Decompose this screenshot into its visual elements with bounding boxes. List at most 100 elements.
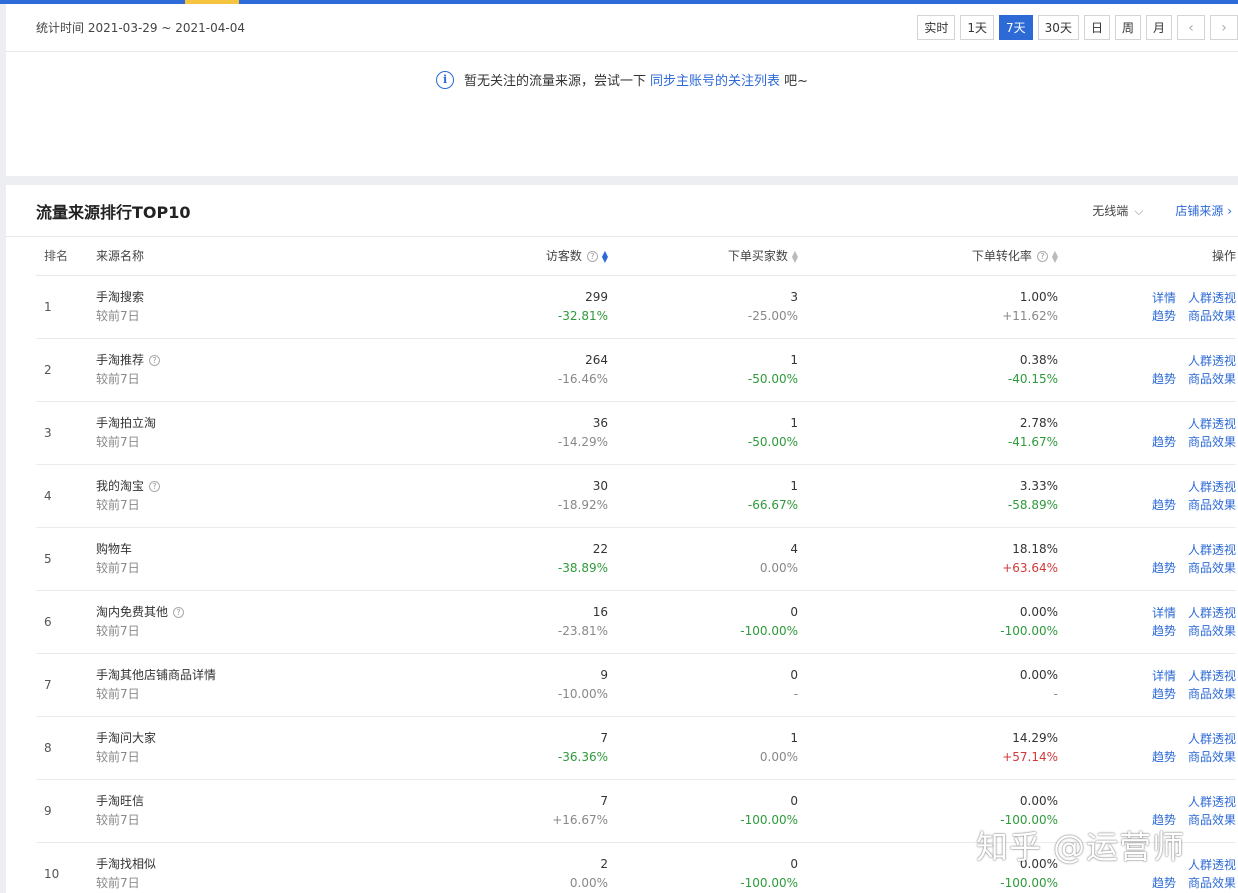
range-button-month[interactable]: 月 (1145, 15, 1172, 40)
visitors-value: 30 (592, 478, 608, 493)
ranking-table: 排名 来源名称 访客数? ▲ ▼ 下单买家数 ▲ ▼ 下单转化率? ▲ ▼ 操作 1 手淘搜… (36, 237, 1236, 893)
col-buyers[interactable]: 下单买家数 ▲ ▼ (608, 237, 798, 276)
range-button-day[interactable]: 日 (1083, 15, 1110, 40)
conversion-change: +63.64% (1002, 560, 1058, 575)
goods-effect-link[interactable]: 商品效果 (1188, 372, 1236, 386)
crowd-link[interactable]: 人群透视 (1188, 480, 1236, 494)
help-icon[interactable]: ? (586, 251, 598, 263)
device-select[interactable]: 无线端 ⌵ (1092, 202, 1143, 219)
stat-time-label: 统计时间 2021-03-29 ~ 2021-04-04 (36, 21, 245, 35)
compare-label: 较前7日 (96, 749, 140, 764)
crowd-link[interactable]: 人群透视 (1188, 732, 1236, 746)
goods-effect-link[interactable]: 商品效果 (1188, 813, 1236, 827)
operation-cell: 详情 人群透视 趋势 商品效果 (1058, 275, 1236, 339)
goods-effect-link[interactable]: 商品效果 (1188, 750, 1236, 764)
goods-effect-link[interactable]: 商品效果 (1188, 687, 1236, 701)
trend-link[interactable]: 趋势 (1152, 309, 1176, 323)
trend-link[interactable]: 趋势 (1152, 372, 1176, 386)
goods-effect-link[interactable]: 商品效果 (1188, 309, 1236, 323)
goods-effect-link[interactable]: 商品效果 (1188, 876, 1236, 890)
goods-effect-link[interactable]: 商品效果 (1188, 498, 1236, 512)
conversion-value: 1.00% (1019, 289, 1058, 304)
time-range-buttons: 实时 1天 7天 30天 日 周 月 ‹ › (917, 15, 1238, 40)
trend-link[interactable]: 趋势 (1152, 624, 1176, 638)
buyers-change: -50.00% (747, 371, 798, 386)
prev-arrow-icon[interactable]: ‹ (1177, 15, 1205, 40)
crowd-link[interactable]: 人群透视 (1188, 291, 1236, 305)
next-arrow-icon[interactable]: › (1210, 15, 1238, 40)
source-cell: 手淘搜索 较前7日 (96, 275, 396, 339)
help-icon[interactable]: ? (173, 606, 185, 618)
visitors-value: 22 (592, 541, 608, 556)
crowd-link[interactable]: 人群透视 (1188, 417, 1236, 431)
compare-label: 较前7日 (96, 623, 140, 638)
detail-link[interactable]: 详情 (1152, 291, 1176, 305)
sort-icon[interactable]: ▲ ▼ (1052, 249, 1058, 263)
table-row: 1 手淘搜索 较前7日 299 -32.81% 3 -25.00% 1.00% … (36, 275, 1236, 339)
buyers-change: 0.00% (759, 560, 798, 575)
help-icon[interactable]: ? (149, 480, 161, 492)
detail-link[interactable]: 详情 (1152, 606, 1176, 620)
chevron-down-icon: ⌵ (1134, 204, 1144, 218)
buyers-cell: 3 -25.00% (608, 275, 798, 339)
buyers-cell: 4 0.00% (608, 527, 798, 591)
goods-effect-link[interactable]: 商品效果 (1188, 624, 1236, 638)
crowd-link[interactable]: 人群透视 (1188, 354, 1236, 368)
help-icon[interactable]: ? (149, 354, 161, 366)
trend-link[interactable]: 趋势 (1152, 876, 1176, 890)
col-visitors[interactable]: 访客数? ▲ ▼ (396, 237, 608, 276)
table-row: 8 手淘问大家 较前7日 7 -36.36% 1 0.00% 14.29% +5… (36, 716, 1236, 780)
crowd-link[interactable]: 人群透视 (1188, 543, 1236, 557)
visitors-change: -32.81% (557, 308, 608, 323)
trend-link[interactable]: 趋势 (1152, 435, 1176, 449)
visitors-value: 9 (600, 667, 608, 682)
conversion-value: 0.00% (1019, 667, 1058, 682)
col-name: 来源名称 (96, 237, 396, 276)
store-source-link[interactable]: 店铺来源 › (1175, 202, 1232, 219)
source-name: 手淘其他店铺商品详情 (96, 667, 217, 682)
conversion-change: -40.15% (1007, 371, 1058, 386)
operation-cell: 详情 人群透视 趋势 商品效果 (1058, 653, 1236, 717)
source-name: 手淘问大家 (96, 730, 157, 745)
range-button-30day[interactable]: 30天 (1037, 15, 1079, 40)
notice-text: 暂无关注的流量来源，尝试一下 (464, 74, 647, 89)
buyers-change: -100.00% (740, 812, 798, 827)
visitors-value: 7 (600, 730, 608, 745)
crowd-link[interactable]: 人群透视 (1188, 669, 1236, 683)
detail-link[interactable]: 详情 (1152, 669, 1176, 683)
buyers-change: -25.00% (747, 308, 798, 323)
col-conversion[interactable]: 下单转化率? ▲ ▼ (798, 237, 1058, 276)
source-name: 手淘旺信 (96, 793, 145, 808)
sort-desc-icon[interactable]: ▲ ▼ (602, 249, 608, 263)
goods-effect-link[interactable]: 商品效果 (1188, 435, 1236, 449)
range-button-week[interactable]: 周 (1114, 15, 1141, 40)
help-icon[interactable]: ? (1036, 251, 1048, 263)
sync-follow-list-link[interactable]: 同步主账号的关注列表 (650, 70, 780, 89)
conversion-value: 0.38% (1019, 352, 1058, 367)
source-cell: 手淘旺信 较前7日 (96, 779, 396, 843)
crowd-link[interactable]: 人群透视 (1188, 795, 1236, 809)
crowd-link[interactable]: 人群透视 (1188, 606, 1236, 620)
source-cell: 淘内免费其他? 较前7日 (96, 590, 396, 654)
stat-time-row: 统计时间 2021-03-29 ~ 2021-04-04 实时 1天 7天 30… (6, 4, 1238, 52)
visitors-cell: 7 +16.67% (396, 779, 608, 843)
buyers-value: 4 (790, 541, 798, 556)
buyers-change: -66.67% (747, 497, 798, 512)
col-buyers-label: 下单买家数 (727, 249, 788, 264)
compare-label: 较前7日 (96, 308, 140, 323)
range-button-realtime[interactable]: 实时 (917, 15, 956, 40)
source-cell: 手淘找相似 较前7日 (96, 842, 396, 893)
trend-link[interactable]: 趋势 (1152, 687, 1176, 701)
sort-icon[interactable]: ▲ ▼ (792, 249, 798, 263)
crowd-link[interactable]: 人群透视 (1188, 858, 1236, 872)
trend-link[interactable]: 趋势 (1152, 561, 1176, 575)
goods-effect-link[interactable]: 商品效果 (1188, 561, 1236, 575)
trend-link[interactable]: 趋势 (1152, 498, 1176, 512)
trend-link[interactable]: 趋势 (1152, 750, 1176, 764)
range-button-7day[interactable]: 7天 (999, 15, 1033, 40)
watermark: 知乎 @运营师 (976, 828, 1186, 866)
range-button-1day[interactable]: 1天 (960, 15, 995, 40)
operation-cell: 人群透视 趋势 商品效果 (1058, 527, 1236, 591)
compare-label: 较前7日 (96, 560, 140, 575)
conversion-value: 14.29% (1012, 730, 1058, 745)
